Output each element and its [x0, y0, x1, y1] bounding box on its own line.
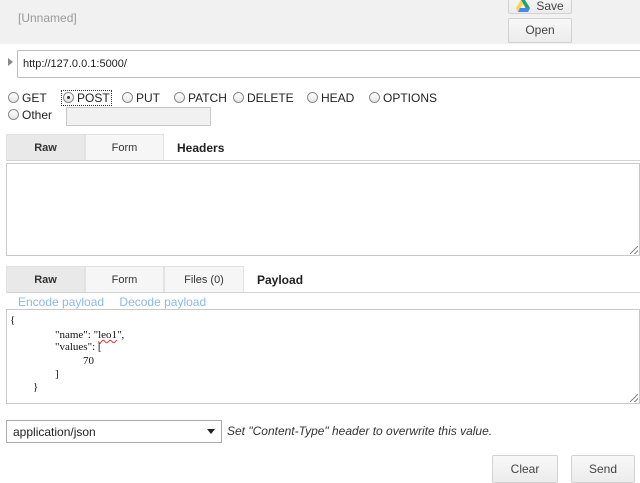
method-post[interactable]: POST: [61, 90, 112, 106]
method-head[interactable]: HEAD: [307, 91, 354, 105]
chevron-down-icon: [207, 429, 215, 434]
resize-handle-icon[interactable]: [630, 394, 638, 402]
radio-options[interactable]: [369, 92, 380, 103]
payload-links: Encode payload Decode payload: [18, 295, 218, 309]
payload-line: }: [33, 381, 39, 393]
radio-other[interactable]: [8, 109, 19, 120]
method-other[interactable]: Other: [8, 108, 52, 122]
payload-editor[interactable]: { "name": "leo1", "values": [ 70 ] }: [6, 309, 640, 404]
request-name[interactable]: [Unnamed]: [18, 11, 77, 25]
headers-tab-raw[interactable]: Raw: [6, 134, 85, 161]
payload-divider: [6, 292, 640, 293]
request-toolbar: [Unnamed] Save Open: [0, 0, 640, 44]
content-type-hint: Set "Content-Type" header to overwrite t…: [227, 424, 493, 438]
triangle-right-icon[interactable]: [8, 58, 13, 66]
headers-tab-form[interactable]: Form: [85, 134, 164, 161]
save-button[interactable]: Save: [508, 0, 572, 14]
radio-delete[interactable]: [233, 92, 244, 103]
payload-line: ]: [55, 368, 59, 380]
payload-title: Payload: [257, 273, 304, 287]
headers-divider: [6, 160, 640, 161]
radio-get[interactable]: [8, 92, 19, 103]
other-method-input[interactable]: [66, 107, 211, 126]
payload-tab-files[interactable]: Files (0): [164, 266, 244, 293]
method-put[interactable]: PUT: [122, 91, 160, 105]
payload-line: "values": [: [55, 341, 102, 353]
radio-put[interactable]: [122, 92, 133, 103]
post-focus: POST: [61, 90, 112, 106]
payload-tab-form[interactable]: Form: [85, 266, 164, 293]
decode-payload-link[interactable]: Decode payload: [119, 295, 206, 309]
headers-tabbar: Raw Form Headers: [6, 134, 640, 161]
headers-title: Headers: [177, 141, 225, 155]
method-delete[interactable]: DELETE: [233, 91, 294, 105]
google-drive-icon: [516, 0, 531, 12]
clear-button[interactable]: Clear: [492, 455, 558, 483]
url-input[interactable]: [17, 50, 640, 78]
payload-line: 70: [83, 355, 94, 367]
content-type-value: application/json: [13, 425, 96, 439]
radio-post[interactable]: [63, 92, 74, 103]
payload-tab-raw[interactable]: Raw: [6, 266, 85, 293]
url-row: [0, 50, 640, 78]
send-button[interactable]: Send: [571, 455, 635, 483]
payload-line: {: [10, 314, 16, 326]
radio-head[interactable]: [307, 92, 318, 103]
save-button-label: Save: [536, 0, 564, 13]
method-options[interactable]: OPTIONS: [369, 91, 437, 105]
method-get[interactable]: GET: [8, 91, 47, 105]
method-patch[interactable]: PATCH: [174, 91, 227, 105]
payload-tabbar: Raw Form Files (0) Payload: [6, 266, 640, 293]
radio-patch[interactable]: [174, 92, 185, 103]
headers-editor[interactable]: [6, 163, 640, 256]
payload-line: "name": "leo1",: [55, 329, 125, 341]
content-type-select[interactable]: application/json: [6, 420, 222, 443]
encode-payload-link[interactable]: Encode payload: [18, 295, 104, 309]
resize-handle-icon[interactable]: [630, 246, 638, 254]
open-button[interactable]: Open: [508, 18, 572, 43]
